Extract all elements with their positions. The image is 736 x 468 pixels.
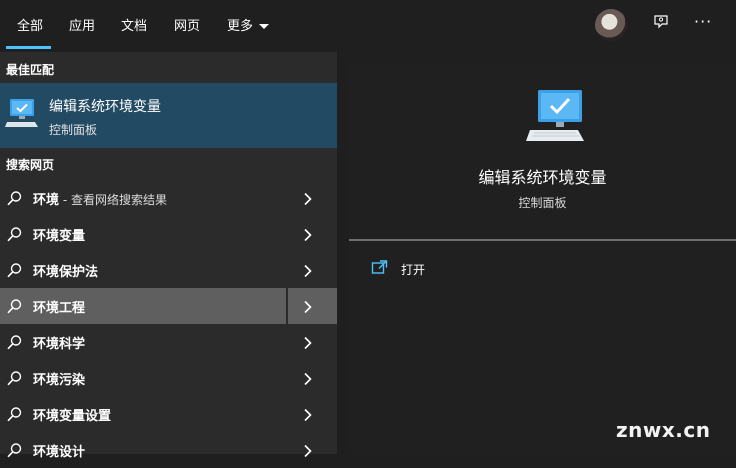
chevron-down-icon — [259, 24, 270, 29]
chevron-right-icon[interactable] — [303, 407, 313, 426]
list-item[interactable]: 环境设计 — [0, 432, 337, 468]
search-icon — [6, 334, 23, 355]
detail-panel: 编辑系统环境变量 控制面板 打开 — [349, 64, 736, 454]
feedback-icon[interactable] — [652, 13, 670, 35]
active-tab-indicator — [6, 46, 51, 49]
detail-title: 编辑系统环境变量 — [478, 168, 607, 187]
system-settings-icon — [5, 97, 39, 133]
more-icon[interactable]: ··· — [694, 12, 712, 31]
best-match-item[interactable]: 编辑系统环境变量 控制面板 — [0, 83, 337, 148]
open-label: 打开 — [401, 263, 426, 277]
search-icon — [6, 190, 23, 211]
search-web-header: 搜索网页 — [6, 158, 55, 172]
list-item[interactable]: 环境变量设置 — [0, 396, 337, 432]
search-icon — [6, 226, 23, 247]
top-bar: 全部 应用 文档 网页 更多 ··· — [0, 0, 736, 52]
search-icon — [6, 262, 23, 283]
open-button[interactable]: 打开 — [371, 259, 425, 279]
search-icon — [6, 370, 23, 391]
list-item[interactable]: 环境污染 — [0, 360, 337, 396]
best-match-header: 最佳匹配 — [6, 63, 55, 77]
chevron-right-icon[interactable] — [303, 371, 313, 390]
search-icon — [6, 298, 23, 319]
list-item[interactable]: 环境保护法 — [0, 252, 337, 288]
system-settings-icon — [526, 88, 588, 148]
result-suffix: - 查看网络搜索结果 — [59, 193, 167, 207]
result-label: 环境变量 — [33, 229, 86, 244]
result-label: 环境 — [33, 193, 60, 208]
results-panel: 最佳匹配 编辑系统环境变量 控制面板 搜索网页 环境 - 查看网络搜索结果 环境… — [0, 52, 337, 460]
list-item[interactable]: 环境变量 — [0, 216, 337, 252]
tab-web[interactable]: 网页 — [174, 15, 200, 34]
list-item-highlighted[interactable]: 环境工程 — [0, 288, 337, 324]
chevron-right-icon[interactable] — [303, 335, 313, 354]
chevron-right-icon[interactable] — [303, 443, 313, 462]
tab-more[interactable]: 更多 — [227, 15, 270, 34]
search-icon — [6, 442, 23, 463]
tab-documents[interactable]: 文档 — [121, 15, 147, 34]
result-label: 环境设计 — [33, 445, 86, 460]
result-label: 环境科学 — [33, 337, 86, 352]
list-item[interactable]: 环境 - 查看网络搜索结果 — [0, 180, 337, 216]
result-label: 环境变量设置 — [33, 409, 112, 424]
best-match-title: 编辑系统环境变量 — [49, 99, 161, 115]
divider — [286, 288, 288, 324]
chevron-right-icon[interactable] — [303, 263, 313, 282]
result-label: 环境污染 — [33, 373, 86, 388]
chevron-right-icon[interactable] — [303, 227, 313, 246]
open-icon — [371, 260, 389, 279]
search-icon — [6, 406, 23, 427]
tab-all[interactable]: 全部 — [17, 15, 43, 34]
chevron-right-icon[interactable] — [303, 191, 313, 210]
list-item[interactable]: 环境科学 — [0, 324, 337, 360]
result-label: 环境工程 — [33, 301, 86, 316]
result-label: 环境保护法 — [33, 265, 99, 280]
chevron-right-icon[interactable] — [303, 299, 313, 318]
tab-apps[interactable]: 应用 — [69, 15, 95, 34]
avatar[interactable] — [595, 9, 627, 41]
tab-more-label: 更多 — [227, 19, 254, 34]
watermark: znwx.cn — [616, 418, 711, 442]
detail-subtitle: 控制面板 — [518, 196, 567, 210]
best-match-subtitle: 控制面板 — [49, 123, 98, 137]
divider — [349, 239, 736, 241]
